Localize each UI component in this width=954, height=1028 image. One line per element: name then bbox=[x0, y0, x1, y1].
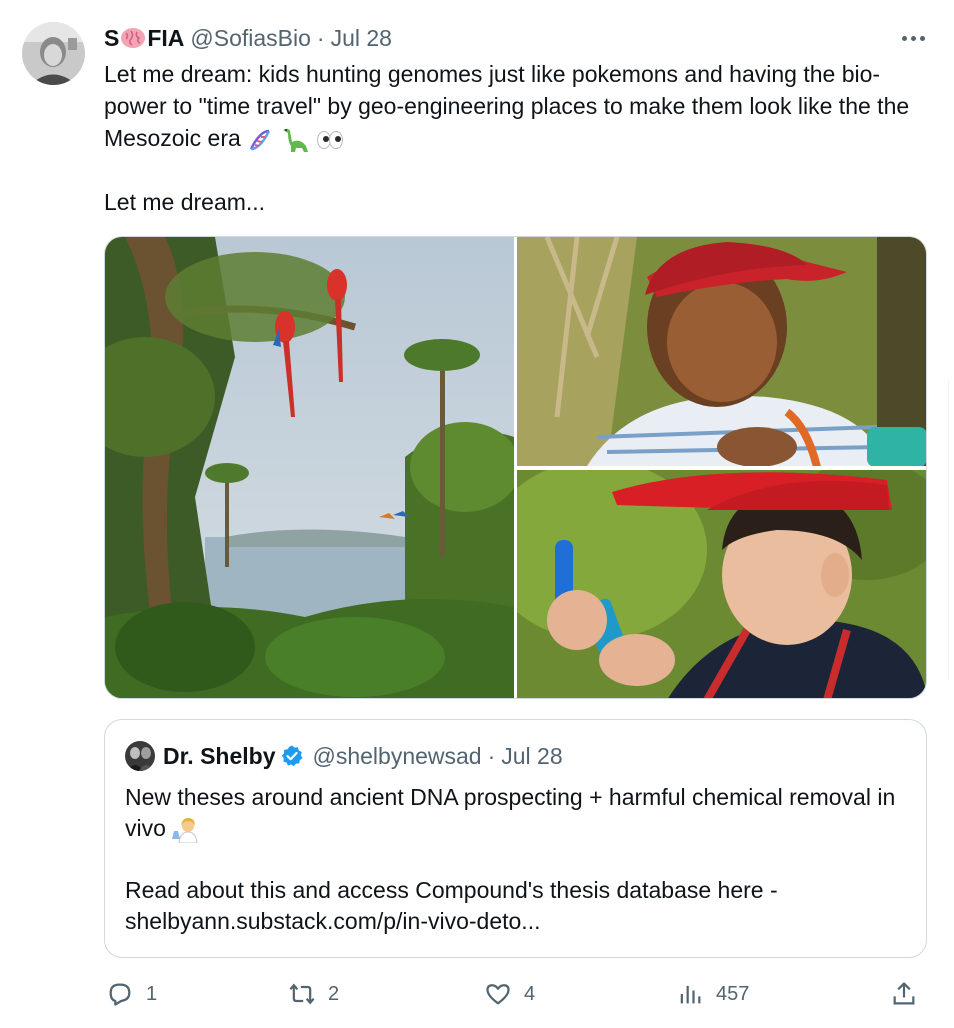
display-name-suffix: FIA bbox=[147, 24, 185, 51]
eyes-emoji-icon bbox=[316, 130, 343, 149]
quoted-text-line1: New theses around ancient DNA prospectin… bbox=[125, 784, 896, 841]
tweet-header: S FIA @SofiasBio · Jul 28 bbox=[104, 24, 392, 52]
quoted-author-name[interactable]: Dr. Shelby bbox=[163, 743, 275, 770]
brain-emoji-icon bbox=[121, 28, 146, 48]
views-icon bbox=[680, 985, 701, 1004]
quoted-tweet-date[interactable]: Jul 28 bbox=[501, 743, 562, 770]
heart-icon bbox=[486, 984, 510, 1005]
retweet-icon bbox=[289, 983, 315, 1005]
share-button[interactable] bbox=[890, 978, 918, 1010]
action-bar: 1 2 4 457 bbox=[104, 978, 927, 1010]
more-horizontal-icon[interactable] bbox=[898, 28, 928, 48]
quoted-author-handle[interactable]: @shelbynewsad bbox=[312, 743, 481, 770]
share-icon bbox=[893, 982, 915, 1005]
tweet-text-line2: Let me dream... bbox=[104, 189, 266, 215]
retweet-button[interactable]: 2 bbox=[288, 978, 339, 1010]
rainforest-macaw-painting-image[interactable] bbox=[105, 237, 514, 698]
scroll-edge bbox=[948, 380, 954, 680]
display-name-prefix: S bbox=[104, 24, 120, 51]
verified-badge-icon bbox=[282, 745, 303, 767]
author-handle[interactable]: @SofiasBio bbox=[190, 25, 311, 52]
retweet-count: 2 bbox=[328, 982, 340, 1005]
tweet-text-line1: Let me dream: kids hunting genomes just … bbox=[104, 61, 910, 151]
quoted-text-line2: Read about this and access Compound's th… bbox=[125, 877, 778, 934]
like-button[interactable]: 4 bbox=[484, 978, 535, 1010]
girl-with-red-cap-image[interactable] bbox=[517, 237, 926, 466]
quoted-tweet[interactable]: Dr. Shelby @shelbynewsad · Jul 28 New th… bbox=[104, 719, 927, 958]
tweet-text: Let me dream: kids hunting genomes just … bbox=[104, 58, 924, 218]
reply-button[interactable]: 1 bbox=[106, 978, 157, 1010]
reply-count: 1 bbox=[146, 982, 158, 1005]
author-avatar[interactable] bbox=[22, 22, 85, 85]
quoted-separator-dot: · bbox=[487, 742, 496, 769]
tweet-date[interactable]: Jul 28 bbox=[331, 25, 392, 52]
boy-with-device-image[interactable] bbox=[517, 470, 926, 698]
views-button[interactable]: 457 bbox=[676, 978, 749, 1010]
sauropod-emoji-icon bbox=[282, 128, 308, 152]
quoted-tweet-text: New theses around ancient DNA prospectin… bbox=[125, 782, 905, 937]
views-count: 457 bbox=[716, 982, 750, 1005]
quoted-tweet-header: Dr. Shelby @shelbynewsad · Jul 28 bbox=[125, 741, 563, 771]
media-grid bbox=[104, 236, 927, 699]
like-count: 4 bbox=[524, 982, 536, 1005]
author-display-name[interactable]: S FIA bbox=[104, 25, 184, 52]
quoted-author-avatar[interactable] bbox=[125, 741, 155, 771]
separator-dot: · bbox=[316, 24, 325, 51]
dna-emoji-icon bbox=[250, 129, 271, 151]
woman-scientist-emoji-icon bbox=[172, 817, 198, 843]
reply-icon bbox=[109, 983, 131, 1006]
